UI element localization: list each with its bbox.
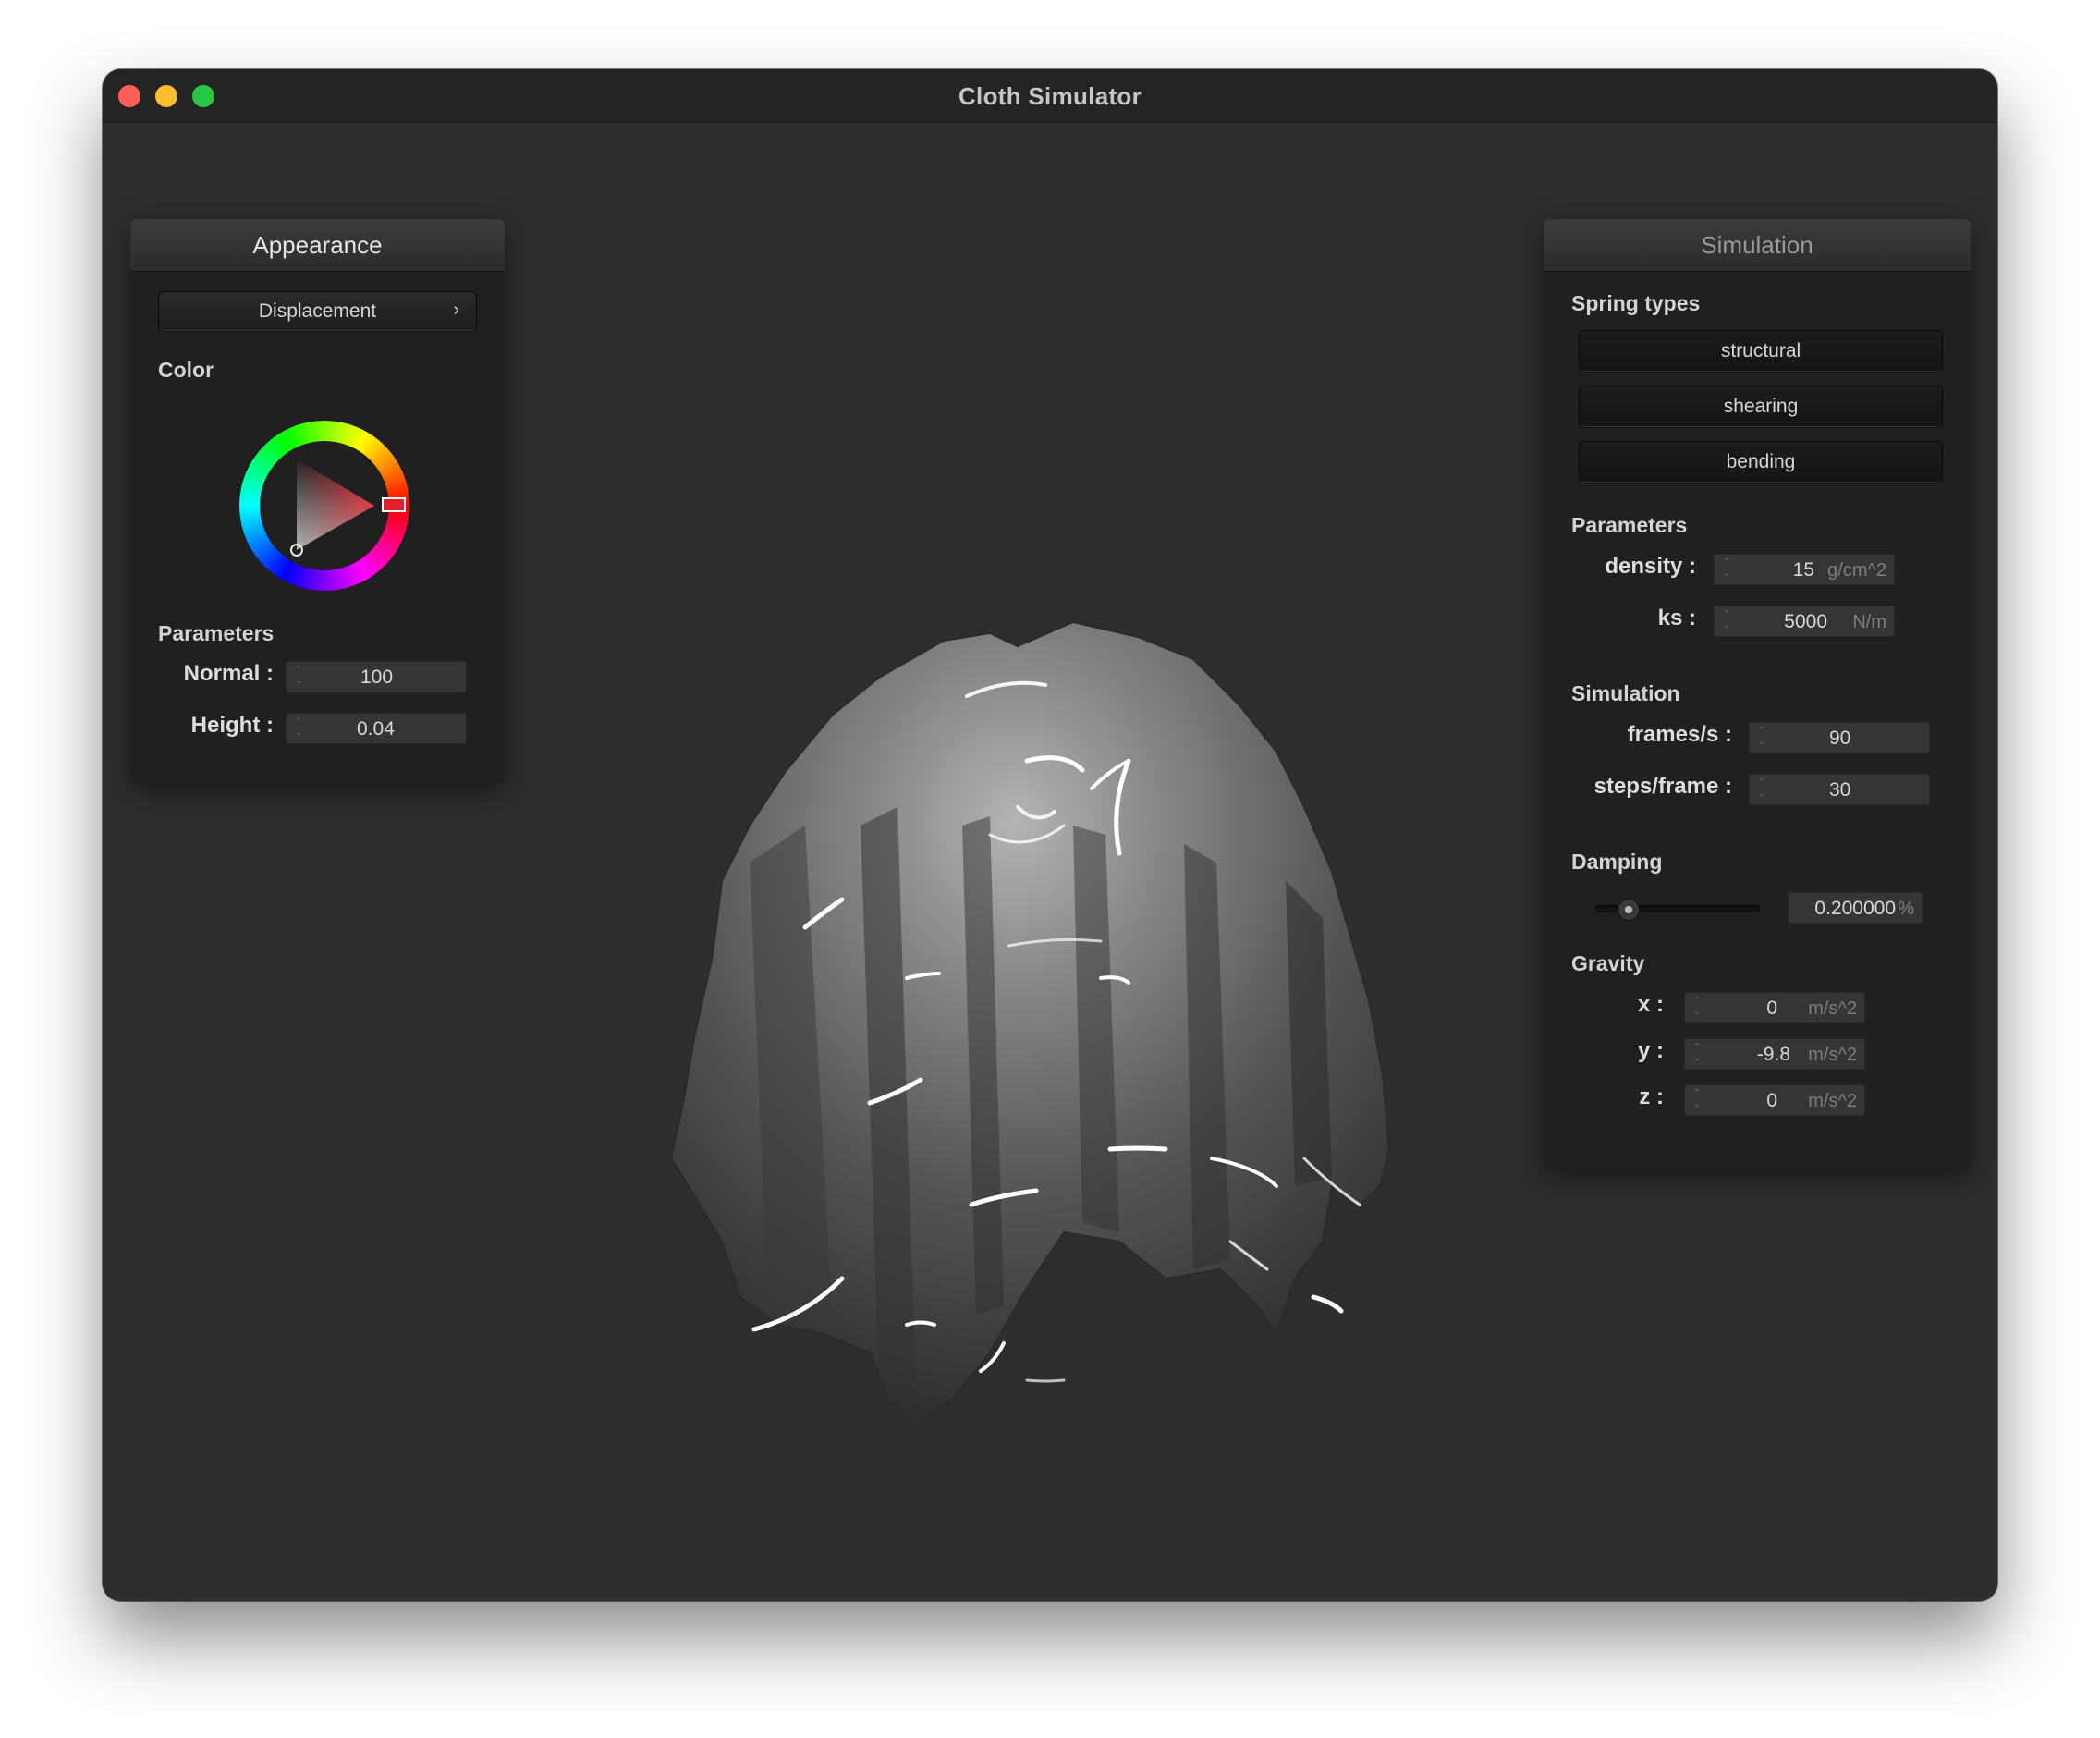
damping-slider-handle[interactable] [1618,899,1640,921]
gravity-y-label: y : [1637,1038,1664,1063]
normal-value: 100 [360,667,394,688]
spinner-icon[interactable]: ⌃ ⌄ [292,716,305,740]
app-window: Cloth Simulator Appearance Displacement … [103,69,1997,1601]
appearance-panel-title: Appearance [130,219,505,272]
gravity-y-unit: m/s^2 [1808,1045,1857,1065]
normal-label: Normal : [183,661,274,686]
ks-label: ks : [1657,606,1696,630]
normal-input[interactable]: ⌃ ⌄ 100 [286,661,467,692]
density-value: 15 [1792,559,1814,581]
steps-label: steps/frame : [1593,774,1732,799]
ks-input[interactable]: ⌃ ⌄ 5000 N/m [1714,606,1895,637]
title-bar: Cloth Simulator [103,69,1997,123]
simulation-panel-title: Simulation [1544,219,1971,272]
damping-input[interactable]: 0.200000 % [1788,892,1923,924]
sim-section-label: Simulation [1571,681,1680,705]
damping-value: 0.200000 [1814,898,1896,919]
damping-label: Damping [1571,850,1663,874]
gravity-z-value: 0 [1766,1090,1777,1111]
gravity-z-input[interactable]: ⌃ ⌄ 0 m/s^2 [1684,1084,1865,1116]
gravity-z-unit: m/s^2 [1808,1091,1857,1111]
damping-unit: % [1898,899,1914,919]
spinner-icon[interactable]: ⌃ ⌄ [1720,557,1733,581]
steps-value: 30 [1829,779,1851,801]
height-input[interactable]: ⌃ ⌄ 0.04 [286,713,467,744]
gravity-x-input[interactable]: ⌃ ⌄ 0 m/s^2 [1684,992,1865,1023]
color-wheel[interactable] [239,421,409,591]
gravity-z-label: z : [1639,1084,1664,1109]
height-label: Height : [190,713,274,738]
bending-toggle[interactable]: bending [1579,441,1943,483]
structural-toggle[interactable]: structural [1579,330,1943,373]
gravity-y-value: -9.8 [1756,1044,1790,1065]
density-input[interactable]: ⌃ ⌄ 15 g/cm^2 [1714,554,1895,585]
appearance-panel: Appearance Displacement › Color Paramete… [130,219,505,783]
spinner-icon[interactable]: ⌃ ⌄ [292,665,305,689]
window-title: Cloth Simulator [958,82,1142,110]
shearing-toggle[interactable]: shearing [1579,386,1943,428]
gravity-x-value: 0 [1766,998,1777,1019]
simulation-panel: Simulation Spring types structural shear… [1544,219,1971,1169]
gravity-label: Gravity [1571,951,1645,975]
gravity-x-unit: m/s^2 [1808,998,1857,1019]
spinner-icon[interactable]: ⌃ ⌄ [1720,609,1733,633]
fps-value: 90 [1829,728,1851,749]
density-unit: g/cm^2 [1827,560,1886,581]
3d-viewport[interactable]: Appearance Displacement › Color Paramete… [103,123,1997,1601]
sim-parameters-label: Parameters [1571,513,1688,537]
spring-types-label: Spring types [1571,291,1701,315]
spinner-icon[interactable]: ⌃ ⌄ [1691,1088,1703,1112]
steps-input[interactable]: ⌃ ⌄ 30 [1749,774,1930,805]
color-label: Color [158,358,214,382]
ks-unit: N/m [1852,612,1886,632]
damping-slider-track[interactable] [1595,899,1760,921]
spinner-icon[interactable]: ⌃ ⌄ [1691,996,1703,1020]
fps-label: frames/s : [1627,722,1732,747]
hue-selector-handle[interactable] [382,497,406,512]
spinner-icon[interactable]: ⌃ ⌄ [1755,777,1768,802]
spinner-icon[interactable]: ⌃ ⌄ [1755,726,1768,750]
spinner-icon[interactable]: ⌃ ⌄ [1691,1042,1703,1066]
shader-select-label: Displacement [258,300,377,322]
gravity-x-label: x : [1637,992,1664,1017]
gravity-y-input[interactable]: ⌃ ⌄ -9.8 m/s^2 [1684,1038,1865,1070]
density-label: density : [1605,554,1696,579]
height-value: 0.04 [357,718,395,740]
chevron-right-icon: › [453,300,459,320]
appearance-parameters-label: Parameters [158,621,275,645]
ks-value: 5000 [1784,611,1827,632]
shader-select[interactable]: Displacement › [158,291,477,332]
fps-input[interactable]: ⌃ ⌄ 90 [1749,722,1930,753]
